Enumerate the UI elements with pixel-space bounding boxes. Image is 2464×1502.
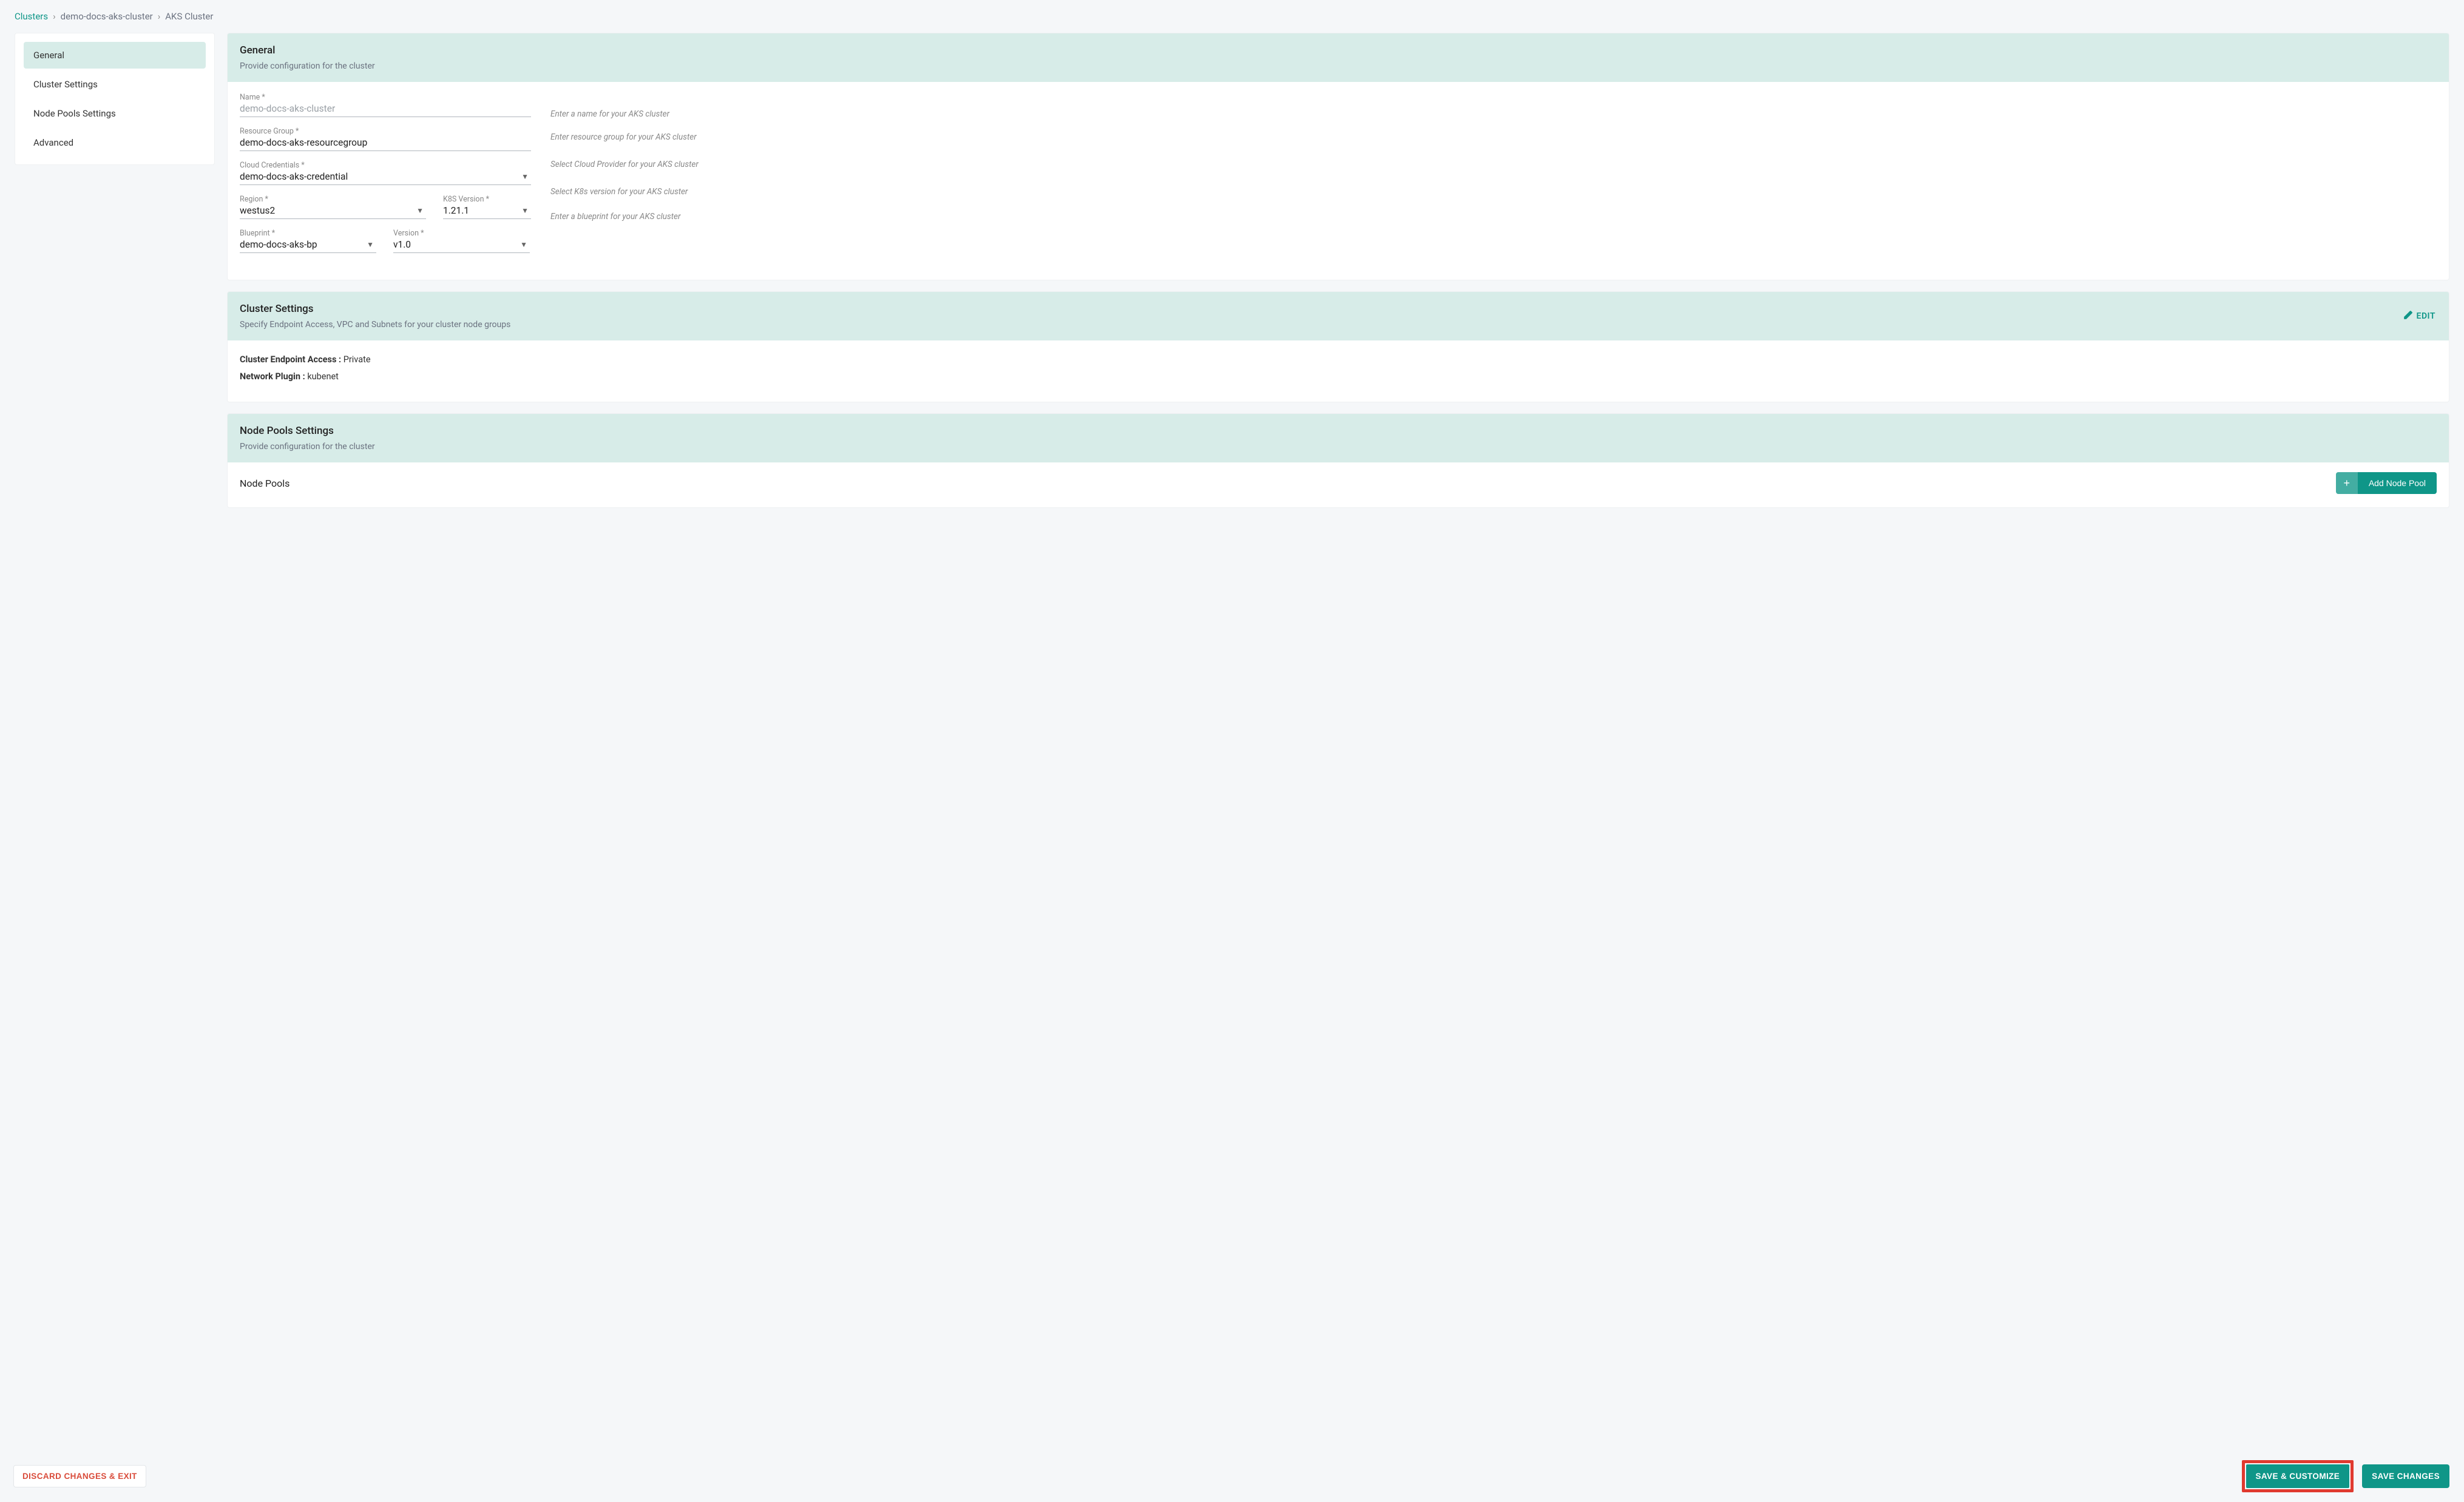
general-title: General — [240, 44, 2437, 56]
version-label: Version * — [393, 229, 530, 238]
general-body: Name * demo-docs-aks-cluster Resource Gr… — [228, 82, 2449, 280]
breadcrumb-leaf: AKS Cluster — [165, 11, 213, 22]
help-blueprint: Enter a blueprint for your AKS cluster — [550, 203, 2437, 228]
cluster-settings-subtitle: Specify Endpoint Access, VPC and Subnets… — [240, 320, 2437, 330]
save-changes-button[interactable]: SAVE CHANGES — [2362, 1464, 2449, 1488]
sidebar-item-cluster-settings[interactable]: Cluster Settings — [24, 71, 206, 98]
save-customize-button[interactable]: SAVE & CUSTOMIZE — [2246, 1464, 2350, 1488]
resource-group-label: Resource Group * — [240, 127, 531, 136]
general-card: General Provide configuration for the cl… — [227, 33, 2449, 280]
general-subtitle: Provide configuration for the cluster — [240, 61, 2437, 71]
general-header: General Provide configuration for the cl… — [228, 33, 2449, 82]
add-node-pool-label: Add Node Pool — [2358, 472, 2437, 494]
breadcrumb-sep: › — [158, 11, 161, 22]
sidebar-item-node-pools[interactable]: Node Pools Settings — [24, 100, 206, 127]
cluster-settings-body: Cluster Endpoint Access : Private Networ… — [228, 340, 2449, 402]
sidebar-item-general[interactable]: General — [24, 42, 206, 69]
node-pools-section-label: Node Pools — [240, 478, 289, 489]
region-field[interactable]: Region * westus2 ▼ — [240, 195, 426, 219]
breadcrumb-sep: › — [53, 11, 56, 22]
node-pools-subtitle: Provide configuration for the cluster — [240, 442, 2437, 452]
network-plugin-label: Network Plugin : — [240, 371, 307, 382]
sidebar-item-advanced[interactable]: Advanced — [24, 129, 206, 156]
plus-icon: + — [2336, 472, 2358, 494]
k8s-version-label: K8S Version * — [443, 195, 531, 204]
help-k8s: Select K8s version for your AKS cluster — [550, 176, 2437, 203]
name-input[interactable]: demo-docs-aks-cluster — [240, 103, 531, 114]
node-pools-card: Node Pools Settings Provide configuratio… — [227, 413, 2449, 508]
sidebar: General Cluster Settings Node Pools Sett… — [15, 33, 215, 165]
cluster-settings-header: Cluster Settings Specify Endpoint Access… — [228, 292, 2449, 340]
discard-button[interactable]: DISCARD CHANGES & EXIT — [13, 1465, 146, 1487]
blueprint-field[interactable]: Blueprint * demo-docs-aks-bp ▼ — [240, 229, 376, 253]
version-field[interactable]: Version * v1.0 ▼ — [393, 229, 530, 253]
endpoint-access-value: Private — [344, 354, 371, 365]
pencil-icon — [2403, 310, 2413, 322]
version-select[interactable]: v1.0 — [393, 239, 520, 250]
chevron-down-icon[interactable]: ▼ — [367, 240, 376, 249]
name-field[interactable]: Name * demo-docs-aks-cluster — [240, 93, 531, 117]
blueprint-label: Blueprint * — [240, 229, 376, 238]
credentials-label: Cloud Credentials * — [240, 161, 531, 170]
chevron-down-icon[interactable]: ▼ — [520, 240, 530, 249]
credentials-select[interactable]: demo-docs-aks-credential — [240, 171, 521, 182]
edit-label: EDIT — [2417, 311, 2435, 321]
breadcrumb-mid[interactable]: demo-docs-aks-cluster — [61, 11, 153, 22]
node-pools-body: Node Pools + Add Node Pool — [228, 462, 2449, 507]
network-plugin-value: kubenet — [307, 371, 339, 382]
credentials-field[interactable]: Cloud Credentials * demo-docs-aks-creden… — [240, 161, 531, 185]
add-node-pool-button[interactable]: + Add Node Pool — [2336, 472, 2437, 494]
chevron-down-icon[interactable]: ▼ — [416, 206, 426, 215]
breadcrumb: Clusters › demo-docs-aks-cluster › AKS C… — [15, 11, 2449, 22]
cluster-settings-title: Cluster Settings — [240, 303, 2437, 315]
resource-group-input[interactable]: demo-docs-aks-resourcegroup — [240, 137, 531, 148]
cluster-settings-card: Cluster Settings Specify Endpoint Access… — [227, 291, 2449, 402]
chevron-down-icon[interactable]: ▼ — [521, 172, 531, 181]
chevron-down-icon[interactable]: ▼ — [521, 206, 531, 215]
node-pools-title: Node Pools Settings — [240, 425, 2437, 437]
region-label: Region * — [240, 195, 426, 204]
highlight-annotation: SAVE & CUSTOMIZE — [2242, 1460, 2354, 1492]
region-select[interactable]: westus2 — [240, 205, 416, 216]
name-label: Name * — [240, 93, 531, 102]
blueprint-select[interactable]: demo-docs-aks-bp — [240, 239, 367, 250]
footer-bar: DISCARD CHANGES & EXIT SAVE & CUSTOMIZE … — [0, 1453, 2464, 1502]
help-credentials: Select Cloud Provider for your AKS clust… — [550, 149, 2437, 176]
breadcrumb-root[interactable]: Clusters — [15, 11, 48, 22]
resource-group-field[interactable]: Resource Group * demo-docs-aks-resourceg… — [240, 127, 531, 151]
endpoint-access-label: Cluster Endpoint Access : — [240, 354, 344, 365]
edit-button[interactable]: EDIT — [2403, 310, 2435, 322]
main: General Provide configuration for the cl… — [227, 33, 2449, 508]
k8s-version-select[interactable]: 1.21.1 — [443, 205, 521, 216]
k8s-version-field[interactable]: K8S Version * 1.21.1 ▼ — [443, 195, 531, 219]
node-pools-header: Node Pools Settings Provide configuratio… — [228, 414, 2449, 462]
help-resource-group: Enter resource group for your AKS cluste… — [550, 126, 2437, 149]
help-name: Enter a name for your AKS cluster — [550, 103, 2437, 126]
